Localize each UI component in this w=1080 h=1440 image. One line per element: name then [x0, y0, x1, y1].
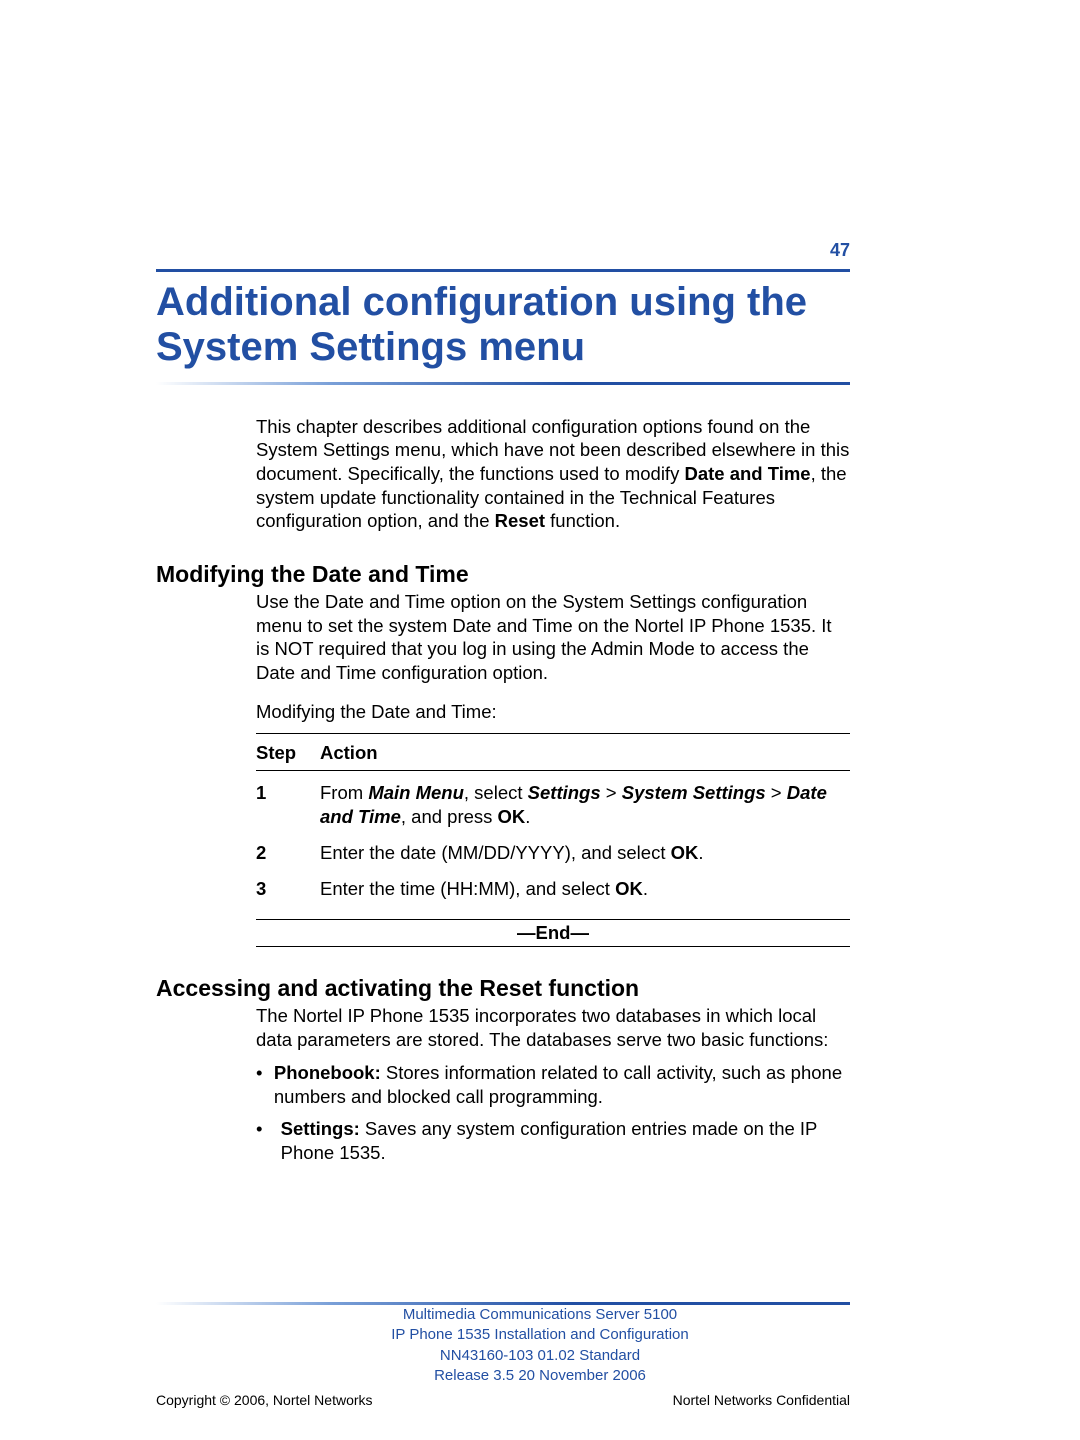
section-body-reset: The Nortel IP Phone 1535 incorporates tw… [256, 1004, 850, 1051]
footer-copyright: Copyright © 2006, Nortel Networks [156, 1392, 373, 1408]
footer-line: IP Phone 1535 Installation and Configura… [0, 1325, 1080, 1345]
chapter-title: Additional configuration using the Syste… [156, 280, 1080, 370]
footer-confidential: Nortel Networks Confidential [673, 1392, 850, 1408]
procedure-step: 3 Enter the time (HH:MM), and select OK. [256, 871, 850, 907]
rule-top [156, 269, 850, 272]
procedure-step: 2 Enter the date (MM/DD/YYYY), and selec… [256, 835, 850, 871]
list-item: • Phonebook: Stores information related … [256, 1061, 850, 1109]
section-body-date-time: Use the Date and Time option on the Syst… [256, 590, 850, 685]
footer-line: Release 3.5 20 November 2006 [0, 1366, 1080, 1386]
page-number: 47 [0, 60, 1080, 269]
section-heading-date-time: Modifying the Date and Time [156, 561, 850, 588]
col-step: Step [256, 742, 320, 764]
procedure-end: —End— [256, 919, 850, 947]
rule-gradient [156, 382, 850, 385]
section-heading-reset: Accessing and activating the Reset funct… [156, 975, 850, 1002]
intro-paragraph: This chapter describes additional config… [256, 415, 850, 533]
footer-line: Multimedia Communications Server 5100 [0, 1305, 1080, 1325]
col-action: Action [320, 742, 378, 764]
footer-line: NN43160-103 01.02 Standard [0, 1346, 1080, 1366]
procedure-step: 1 From Main Menu, select Settings > Syst… [256, 775, 850, 835]
list-item: • Settings: Saves any system configurati… [256, 1117, 850, 1165]
page-footer: Multimedia Communications Server 5100 IP… [0, 1274, 1080, 1408]
procedure-table: Step Action 1 From Main Menu, select Set… [256, 733, 850, 907]
procedure-lead: Modifying the Date and Time: [256, 701, 850, 723]
bullet-list: • Phonebook: Stores information related … [256, 1061, 850, 1165]
